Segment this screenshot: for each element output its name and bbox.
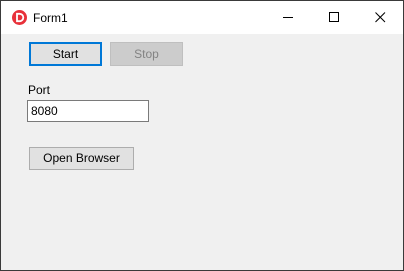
app-logo-icon	[12, 10, 27, 25]
start-button[interactable]: Start	[29, 42, 102, 66]
main-window: Form1 Start Stop Port Open Browser	[0, 0, 404, 271]
title-bar[interactable]: Form1	[1, 1, 403, 34]
port-label: Port	[28, 83, 51, 97]
maximize-button[interactable]	[311, 1, 357, 34]
stop-button[interactable]: Stop	[110, 42, 183, 66]
maximize-icon	[329, 12, 339, 22]
window-title: Form1	[33, 11, 68, 25]
form-client-area: Start Stop Port Open Browser	[1, 34, 403, 270]
close-button[interactable]	[357, 1, 403, 34]
minimize-icon	[283, 17, 293, 18]
minimize-button[interactable]	[265, 1, 311, 34]
close-icon	[375, 12, 386, 23]
port-input[interactable]	[27, 100, 149, 122]
open-browser-button[interactable]: Open Browser	[29, 147, 134, 170]
